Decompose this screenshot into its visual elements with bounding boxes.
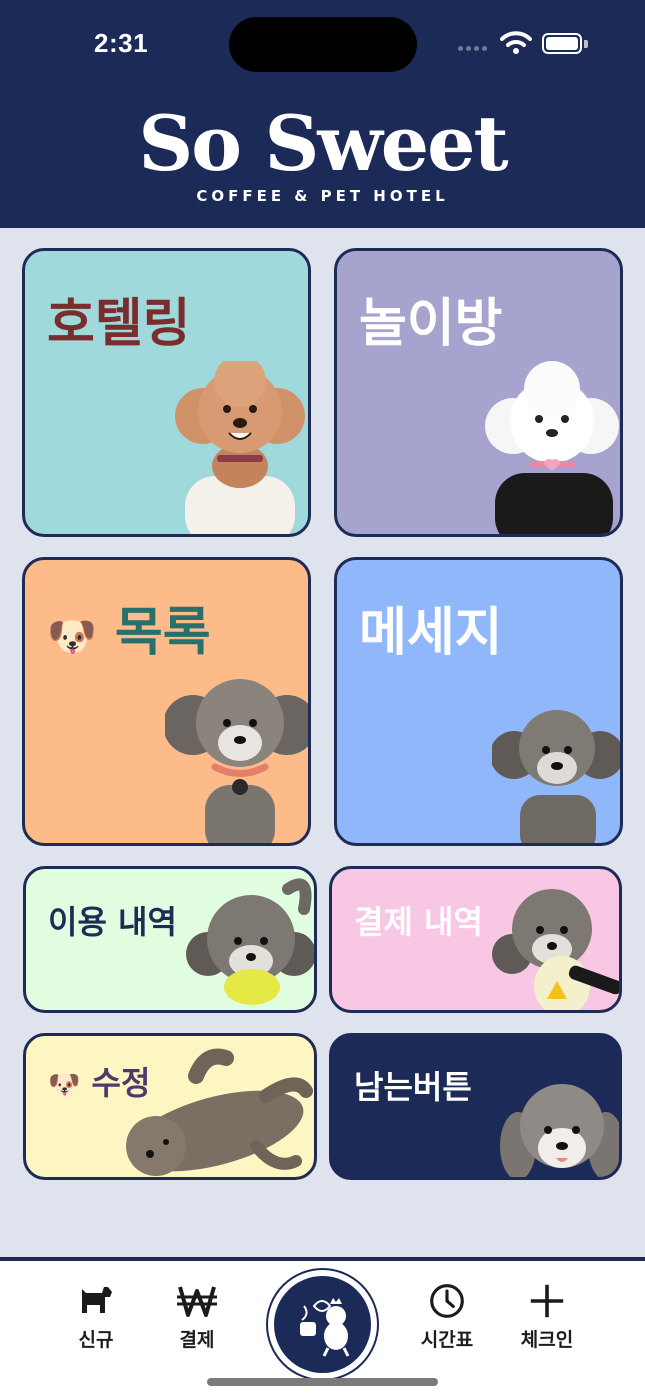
hoteling-card[interactable]: 호텔링 <box>22 248 311 537</box>
poodle-with-toy-photo <box>492 889 619 1010</box>
dog-face-icon: 🐶 <box>47 613 97 660</box>
list-label-row: 🐶 목록 <box>47 590 211 665</box>
poodle-lying-photo <box>126 1048 313 1176</box>
message-card[interactable]: 메세지 <box>334 557 623 846</box>
home-indicator[interactable] <box>207 1378 438 1386</box>
gray-poodle-sitting-photo <box>492 710 620 843</box>
tab-checkin-label: 체크인 <box>520 1329 574 1351</box>
dog-face-icon: 🐶 <box>48 1070 81 1100</box>
poodle-with-ball-photo <box>186 878 314 1005</box>
center-logo-button[interactable] <box>266 1268 379 1381</box>
tab-new[interactable]: 신규 <box>56 1283 136 1352</box>
message-label: 메세지 <box>359 603 503 663</box>
cellular-signal-icon <box>458 46 487 51</box>
hoteling-label: 호텔링 <box>47 294 191 354</box>
tab-checkin[interactable]: 체크인 <box>507 1283 587 1352</box>
brand-logo-subtitle: COFFEE & PET HOTEL <box>196 187 449 205</box>
plus-icon <box>530 1284 564 1318</box>
gray-poodle-photo <box>165 679 308 843</box>
app-header: 2:31 So Sweet COFFEE & PET HOTEL <box>0 0 645 228</box>
battery-cap <box>584 40 588 48</box>
dog-icon <box>82 1287 112 1313</box>
battery-icon <box>542 33 582 54</box>
usage-history-label: 이용 내역 <box>48 903 177 941</box>
wifi-icon <box>500 31 532 54</box>
usage-history-card[interactable]: 이용 내역 <box>23 866 317 1013</box>
bottom-tab-bar: 신규 결제 시간표 체크인 <box>0 1257 645 1398</box>
edit-card[interactable]: 🐶 수정 <box>23 1033 317 1180</box>
brand-logo-title: So Sweet <box>138 99 508 188</box>
extra-label: 남는버튼 <box>354 1068 472 1106</box>
poodle-photo <box>175 361 305 534</box>
list-card[interactable]: 🐶 목록 <box>22 557 311 846</box>
won-icon <box>177 1286 217 1317</box>
tab-schedule-label: 시간표 <box>420 1329 474 1351</box>
playroom-label: 놀이방 <box>359 294 503 354</box>
dynamic-island <box>229 17 417 72</box>
payment-history-card[interactable]: 결제 내역 <box>329 866 622 1013</box>
payment-history-label: 결제 내역 <box>354 903 483 941</box>
white-poodle-photo <box>485 361 619 534</box>
tab-payment[interactable]: 결제 <box>157 1283 237 1352</box>
tab-new-label: 신규 <box>78 1329 114 1351</box>
gray-poodle-face-photo <box>500 1084 619 1177</box>
extra-card[interactable]: 남는버튼 <box>329 1033 622 1180</box>
playroom-card[interactable]: 놀이방 <box>334 248 623 537</box>
tab-schedule[interactable]: 시간표 <box>407 1283 487 1352</box>
clock-icon <box>430 1284 464 1318</box>
dog-with-cup-logo-icon <box>300 1298 350 1357</box>
status-time: 2:31 <box>94 28 149 58</box>
tab-payment-label: 결제 <box>179 1329 215 1351</box>
center-logo <box>274 1276 371 1373</box>
list-label: 목록 <box>114 603 211 663</box>
